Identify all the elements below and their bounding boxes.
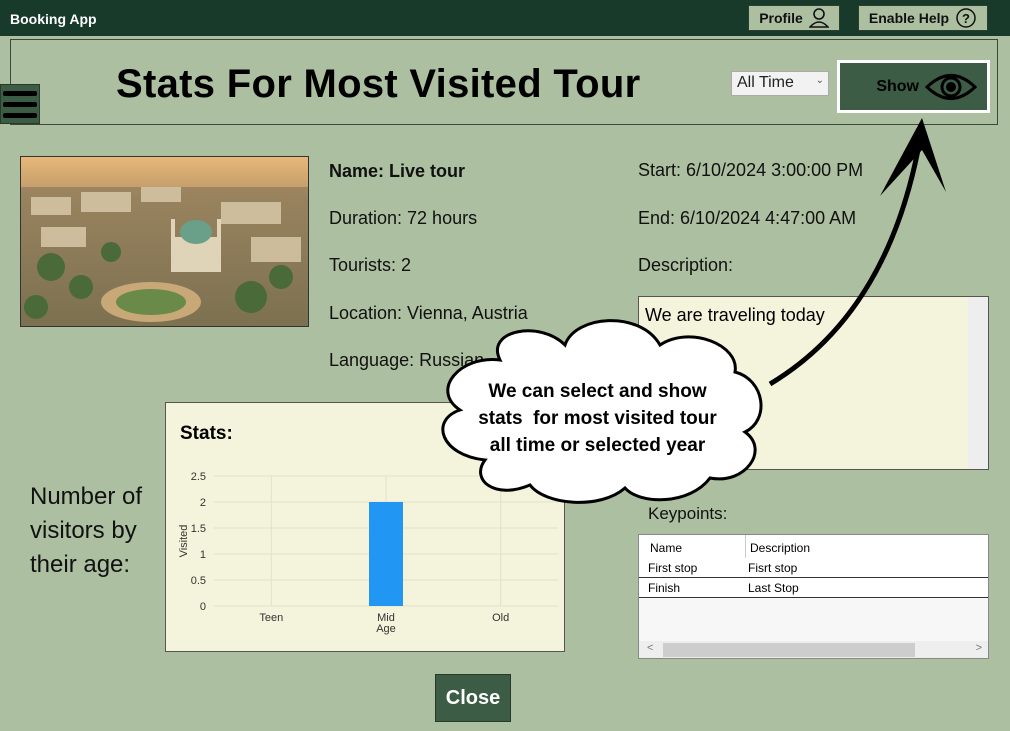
tour-end: End: 6/10/2024 4:47:00 AM <box>638 208 857 228</box>
y-tick-label: 1 <box>200 549 206 561</box>
y-tick-label: 1.5 <box>191 523 206 535</box>
title-bar: Booking App Profile Enable Help ? <box>0 0 1010 36</box>
tour-name: Name: Live tour <box>329 161 466 181</box>
menu-icon-bar <box>3 113 37 118</box>
y-tick-label: 2 <box>200 497 206 509</box>
period-select-value: All Time <box>737 74 794 91</box>
y-tick-label: 0 <box>200 601 206 613</box>
description-label: Description: <box>638 255 734 275</box>
app-title: Booking App <box>10 11 97 27</box>
table-cell: Last Stop <box>748 581 799 595</box>
keypoints-table[interactable]: Name Description First stop Fisrt stop F… <box>638 534 989 659</box>
side-label-line: Number of <box>30 483 143 510</box>
chevron-down-icon: ⌄ <box>815 75 824 86</box>
period-select[interactable]: All Time ⌄ <box>731 71 829 96</box>
help-bubble-line: all time or selected year <box>489 435 706 456</box>
hamburger-menu-button[interactable] <box>0 84 40 124</box>
eye-icon <box>925 73 977 100</box>
menu-icon <box>3 91 37 96</box>
question-circle-icon: ? <box>956 8 976 28</box>
person-icon <box>808 8 829 28</box>
tour-tourists: Tourists: 2 <box>329 255 412 275</box>
y-tick-label: 2.5 <box>191 471 206 483</box>
page-title: Stats For Most Visited Tour <box>116 62 641 106</box>
profile-label: Profile <box>759 10 803 26</box>
side-label-line: their age: <box>30 551 131 578</box>
table-cell: Finish <box>648 581 681 595</box>
table-row[interactable]: Finish Last Stop <box>639 578 988 598</box>
tour-photo <box>20 156 309 327</box>
tour-location: Location: Vienna, Austria <box>329 303 528 323</box>
tour-start: Start: 6/10/2024 3:00:00 PM <box>638 160 864 180</box>
help-bubble-line: stats for most visited tour <box>478 408 717 429</box>
keypoints-label: Keypoints: <box>648 504 728 523</box>
y-tick-label: 0.5 <box>191 575 206 587</box>
age-chart-side-label: Number of visitors by their age: <box>30 480 142 582</box>
chart-bar <box>369 502 403 606</box>
y-axis-label: Visited <box>178 525 190 558</box>
table-horizontal-scrollbar[interactable]: < > <box>639 641 988 658</box>
tour-duration: Duration: 72 hours <box>329 208 478 228</box>
side-label-line: visitors by <box>30 517 137 544</box>
column-divider <box>745 535 746 558</box>
enable-help-button[interactable]: Enable Help ? <box>858 5 988 31</box>
tour-language: Language: Russian <box>329 350 485 370</box>
table-cell: Fisrt stop <box>748 561 798 575</box>
enable-help-label: Enable Help <box>868 10 950 26</box>
table-cell: First stop <box>648 561 698 575</box>
show-button[interactable]: Show <box>837 60 990 113</box>
scrollbar-thumb[interactable] <box>663 643 915 657</box>
table-row[interactable]: First stop Fisrt stop <box>639 558 988 578</box>
help-bubble-line: We can select and show <box>488 381 707 402</box>
show-button-label: Show <box>876 77 919 95</box>
description-scrollbar[interactable] <box>968 297 988 469</box>
column-header-description[interactable]: Description <box>750 541 810 555</box>
svg-text:?: ? <box>962 11 970 26</box>
menu-icon-bar <box>3 102 37 107</box>
header-panel: Stats For Most Visited Tour All Time ⌄ S… <box>10 39 998 125</box>
arrow-head-icon <box>880 118 946 196</box>
help-bubble-text: We can select and show stats for most vi… <box>455 378 740 459</box>
description-text: We are traveling today <box>645 305 825 325</box>
x-tick-label: Old <box>492 612 509 624</box>
x-tick-label: Teen <box>259 612 283 624</box>
profile-button[interactable]: Profile <box>748 5 840 31</box>
scroll-left-icon[interactable]: < <box>647 642 653 654</box>
x-tick-label: Age <box>376 623 396 635</box>
table-header: Name Description <box>639 535 988 559</box>
close-button[interactable]: Close <box>435 674 511 722</box>
scroll-right-icon[interactable]: > <box>976 642 982 654</box>
column-header-name[interactable]: Name <box>650 541 682 555</box>
close-button-label: Close <box>445 686 501 709</box>
